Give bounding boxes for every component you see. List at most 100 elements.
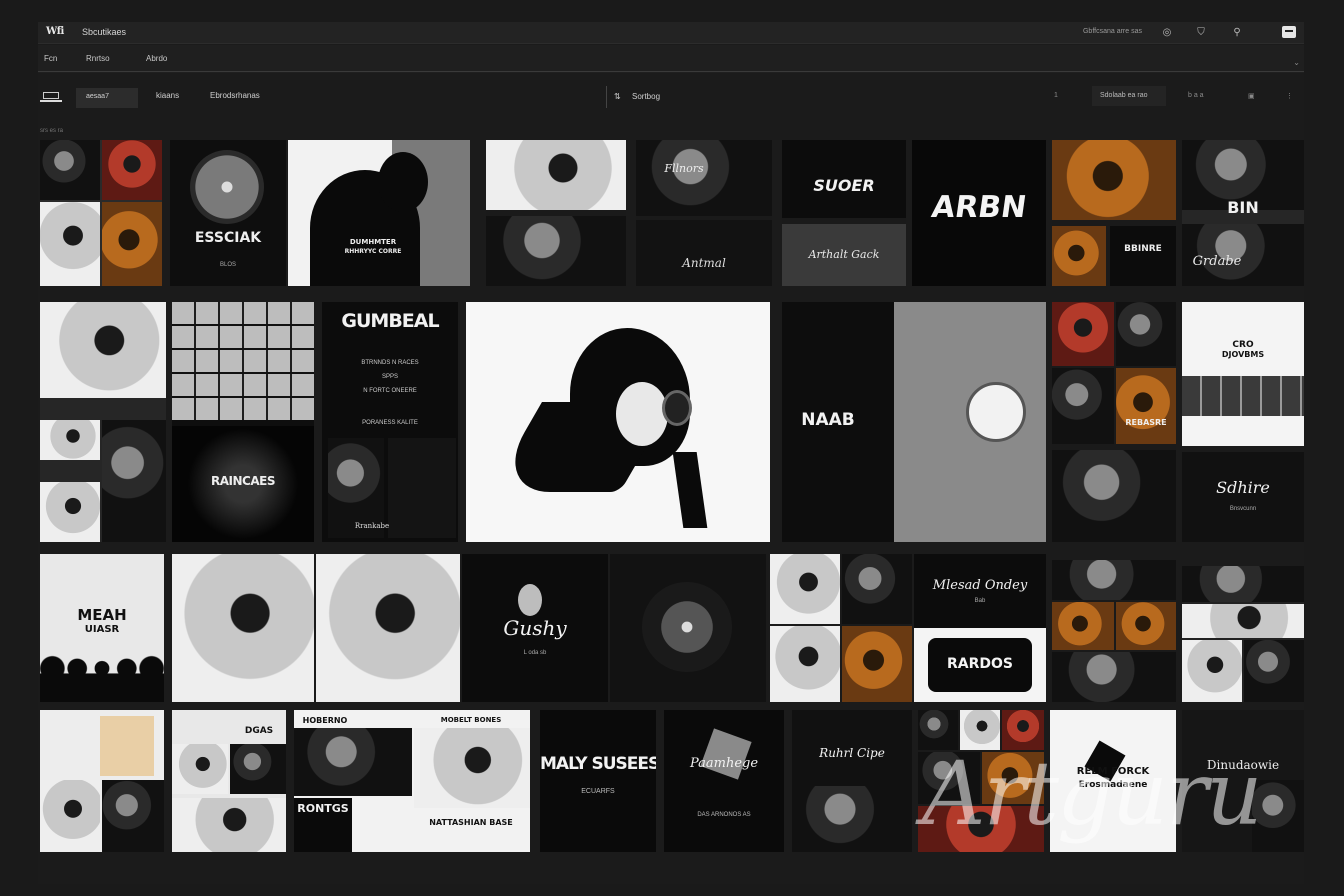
- tile-title: SUOER: [813, 176, 875, 195]
- tab-ebrodsrhanas[interactable]: Ebrodsrhanas: [210, 91, 260, 100]
- menu-divider: [38, 71, 1304, 72]
- tile-subtitle: UIASR: [84, 624, 120, 635]
- tile-line: N FORTC ONEERE: [363, 388, 417, 394]
- artwork-tile[interactable]: Ruhrl Cipe: [792, 710, 912, 852]
- artwork-tile[interactable]: [172, 554, 460, 702]
- tile-subtitle: NATTASHIAN BASE: [429, 818, 513, 827]
- tile-title: Gushy: [503, 616, 567, 640]
- tile-title: GUMBEAL: [341, 310, 439, 332]
- tile-subtitle: Rrankabe: [354, 522, 390, 530]
- artwork-tile[interactable]: Sdhire Bnsvcunn: [1182, 452, 1304, 542]
- artwork-tile[interactable]: [1052, 560, 1176, 702]
- artwork-tile[interactable]: ESSCIAK BLOS: [170, 140, 286, 286]
- tab-kiaans[interactable]: kiaans: [156, 91, 179, 100]
- shield-icon[interactable]: ⛉: [1194, 26, 1208, 40]
- tile-line: SPPS: [381, 374, 398, 380]
- tile-title: Mlesad Ondey: [932, 578, 1028, 593]
- menu-item-edit[interactable]: Rnrtso: [86, 54, 110, 63]
- artwork-tile[interactable]: [1182, 566, 1304, 702]
- tile-subtitle: Bab: [974, 598, 986, 604]
- artwork-tile[interactable]: [770, 554, 912, 702]
- tile-signature: Grdabe: [1192, 254, 1242, 269]
- artwork-tile[interactable]: Mlesad Ondey Bab RARDOS: [914, 554, 1046, 702]
- menu-item-about[interactable]: Abrdo: [146, 54, 167, 63]
- artwork-tile[interactable]: SUOER Arthalt Gack: [782, 140, 906, 286]
- tile-title: MALY SUSEES: [540, 754, 656, 774]
- tile-line1: DUMHMTER: [349, 238, 397, 246]
- app-name: Sbcutikaes: [82, 27, 127, 37]
- tile-subtitle: ECUARFS: [581, 788, 615, 795]
- artwork-tile[interactable]: Paamhege DAS ARNONOS AS: [664, 710, 784, 852]
- view-select[interactable]: aesaa7: [76, 88, 138, 108]
- artwork-tile[interactable]: ARBN: [912, 140, 1046, 286]
- circle-icon[interactable]: ◎: [1160, 26, 1174, 40]
- tile-line: MOBELT BONES: [440, 716, 502, 724]
- tile-title: MEAH: [77, 606, 127, 624]
- tile-title: Paamhege: [689, 756, 759, 771]
- search-select[interactable]: Sdolaab ea rao: [1092, 86, 1166, 106]
- artwork-tile[interactable]: REBASRE: [1052, 302, 1176, 542]
- toolbar: aesaa7 kiaans Ebrodsrhanas ⇅ Sortbog 1 S…: [38, 78, 1304, 112]
- artwork-tile[interactable]: NAAB: [782, 302, 1046, 542]
- layout-toggle-icon[interactable]: [40, 90, 62, 102]
- watermark: Artguru: [922, 742, 1263, 845]
- tile-line2: RHHRYYC CORRE: [344, 248, 402, 255]
- account-label[interactable]: Gbffcsana arre sas: [1083, 28, 1142, 35]
- tile-signature: Antmal: [682, 256, 726, 270]
- tile-title: DGAS: [244, 726, 274, 736]
- more-icon[interactable]: ⋮: [1286, 92, 1293, 100]
- tile-title: Sdhire: [1216, 478, 1270, 497]
- artwork-tile[interactable]: DUMHMTER RHHRYYC CORRE: [288, 140, 470, 286]
- tile-title: Ruhrl Cipe: [819, 746, 885, 760]
- tile-line: PORANESS KALITE: [362, 420, 418, 426]
- sort-icon[interactable]: ⇅: [614, 92, 621, 101]
- grid-caption: srs es ra: [40, 128, 64, 134]
- tile-subtitle: BLOS: [219, 262, 236, 268]
- artwork-tile[interactable]: HOBERNO RONTGS MOBELT BONES NATTASHIAN B…: [294, 710, 530, 852]
- tile-subtitle: Bnsvcunn: [1229, 506, 1257, 512]
- artwork-tile[interactable]: [40, 710, 164, 852]
- artwork-tile[interactable]: BBINRE: [1052, 140, 1176, 286]
- sort-label[interactable]: Sortbog: [632, 92, 660, 101]
- tile-title: RAINCAES: [211, 474, 275, 488]
- tile-signature: Arthalt Gack: [808, 248, 880, 261]
- filter-control[interactable]: 1: [1054, 92, 1058, 99]
- tile-title: ESSCIAK: [194, 230, 262, 246]
- artwork-tile[interactable]: Fllnors Antmal: [636, 140, 772, 286]
- menu-item-file[interactable]: Fcn: [44, 54, 57, 63]
- tile-title: REBASRE: [1125, 418, 1167, 427]
- tile-title: CRO: [1232, 340, 1254, 350]
- toolbar-divider: [606, 86, 607, 108]
- artwork-tile[interactable]: MEAH UIASR: [40, 554, 164, 702]
- artwork-tile-featured[interactable]: [466, 302, 770, 542]
- artwork-tile[interactable]: [486, 140, 626, 286]
- tile-line: BTRNNDS N RACES: [361, 360, 419, 366]
- artwork-tile[interactable]: [610, 554, 766, 702]
- page-control[interactable]: b a a: [1188, 92, 1204, 99]
- artwork-tile[interactable]: MALY SUSEES ECUARFS: [540, 710, 656, 852]
- tile-title: RONTGS: [297, 802, 349, 815]
- chevron-down-icon[interactable]: ⌄: [1293, 58, 1300, 67]
- artwork-tile[interactable]: BIN Grdabe: [1182, 140, 1304, 286]
- artwork-tile[interactable]: DGAS: [172, 710, 286, 852]
- tile-subtitle: DAS ARNONOS AS: [697, 812, 751, 818]
- tile-title: BIN: [1227, 198, 1259, 217]
- tile-badge: RARDOS: [946, 656, 1013, 672]
- artwork-tile[interactable]: RAINCAES: [172, 302, 314, 542]
- artwork-tile[interactable]: Gushy L oda sb: [462, 554, 608, 702]
- pin-icon[interactable]: ⚲: [1230, 26, 1244, 40]
- tile-title: Fllnors: [664, 162, 704, 175]
- tile-header: HOBERNO: [302, 716, 348, 725]
- camera-icon[interactable]: ▣: [1248, 92, 1255, 100]
- tile-title: ARBN: [929, 190, 1029, 225]
- tile-title: BBINRE: [1124, 244, 1162, 254]
- menu-bar: Fcn Rnrtso Abrdo: [38, 45, 1304, 73]
- artwork-tile[interactable]: [40, 302, 166, 542]
- artwork-tile[interactable]: [40, 140, 162, 286]
- artwork-tile[interactable]: GUMBEAL BTRNNDS N RACES SPPS N FORTC ONE…: [322, 302, 458, 542]
- tile-title: NAAB: [801, 410, 855, 430]
- tile-subtitle: DJOVBMS: [1221, 350, 1265, 359]
- window-icon[interactable]: [1282, 26, 1296, 38]
- tile-subtitle: L oda sb: [523, 650, 547, 656]
- artwork-tile[interactable]: CRO DJOVBMS: [1182, 302, 1304, 446]
